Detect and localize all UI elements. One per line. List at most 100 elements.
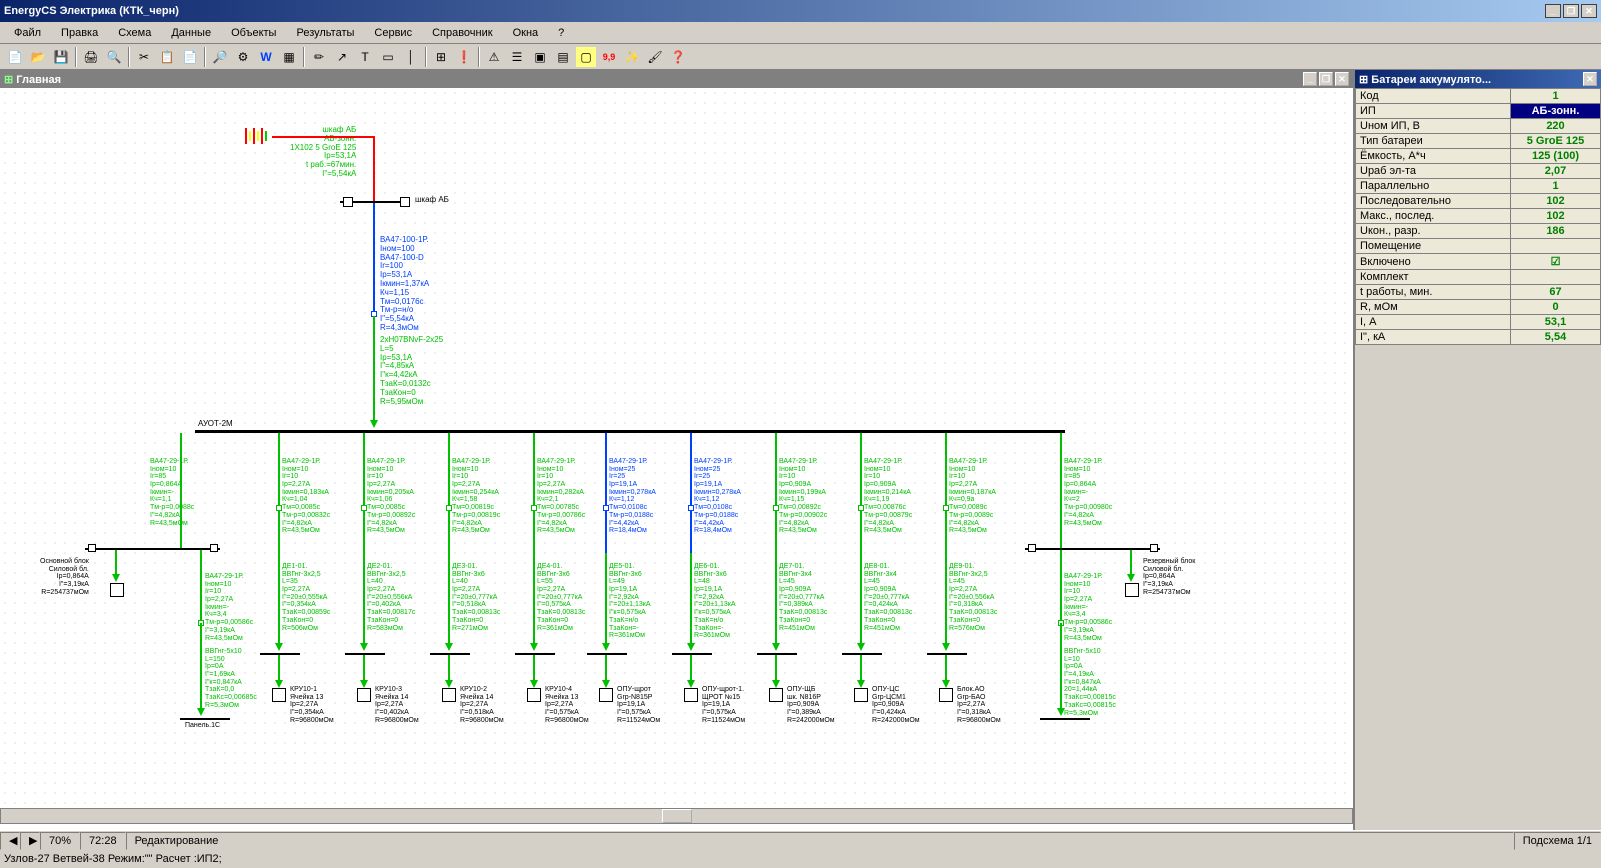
save-icon[interactable]: 💾 bbox=[50, 46, 72, 68]
de9-bus bbox=[927, 653, 967, 655]
props-row[interactable]: Комплект bbox=[1356, 270, 1601, 285]
props-row[interactable]: Uном ИП, В220 bbox=[1356, 119, 1601, 134]
wand-icon[interactable]: ✨ bbox=[621, 46, 643, 68]
menu-objects[interactable]: Объекты bbox=[221, 25, 286, 41]
canvas-titlebar: ⊞ Главная _ ❐ ✕ bbox=[0, 70, 1353, 88]
props-row[interactable]: Макс., послед.102 bbox=[1356, 209, 1601, 224]
de4-arrow bbox=[530, 643, 538, 651]
props-value[interactable]: 125 (100) bbox=[1511, 149, 1601, 164]
grid-icon[interactable]: ⊞ bbox=[430, 46, 452, 68]
menu-data[interactable]: Данные bbox=[161, 25, 221, 41]
new-icon[interactable]: 📄 bbox=[4, 46, 26, 68]
menu-help[interactable]: ? bbox=[548, 25, 574, 41]
menu-file[interactable]: Файл bbox=[4, 25, 51, 41]
br6-label: ВА47-29-1Р. Iном=25 Ir=25 Iр=19,1А Iкмин… bbox=[609, 458, 656, 535]
menu-scheme[interactable]: Схема bbox=[108, 25, 161, 41]
diagram-canvas[interactable]: шкаф АБ АБ-зонн. 1X102 5 GroE 125 Iр=53,… bbox=[0, 88, 1353, 808]
menu-edit[interactable]: Правка bbox=[51, 25, 108, 41]
obj-icon[interactable]: ▣ bbox=[529, 46, 551, 68]
props-value[interactable] bbox=[1511, 239, 1601, 254]
battery-symbol[interactable] bbox=[245, 128, 267, 144]
status-arrow-right[interactable]: ▶ bbox=[20, 832, 40, 850]
preview-icon[interactable]: 🔍 bbox=[103, 46, 125, 68]
br9-label: ВА47-29-1Р. Iном=10 Ir=10 Iр=0,909А Iкми… bbox=[864, 458, 912, 535]
ld2-box bbox=[357, 688, 371, 702]
print-icon[interactable]: 🖨 bbox=[80, 46, 102, 68]
canvas-max-button[interactable]: ❐ bbox=[1319, 72, 1333, 86]
props-row[interactable]: Последовательно102 bbox=[1356, 194, 1601, 209]
props-row[interactable]: Uкон., разр.186 bbox=[1356, 224, 1601, 239]
word-icon[interactable]: W bbox=[255, 46, 277, 68]
props-row[interactable]: Тип батареи5 GroE 125 bbox=[1356, 134, 1601, 149]
open-icon[interactable]: 📂 bbox=[27, 46, 49, 68]
rect-icon[interactable]: ▭ bbox=[377, 46, 399, 68]
status-arrow-left[interactable]: ◀ bbox=[0, 832, 20, 850]
props-row[interactable]: t работы, мин.67 bbox=[1356, 285, 1601, 300]
menu-service[interactable]: Сервис bbox=[364, 25, 422, 41]
minimize-button[interactable]: _ bbox=[1545, 4, 1561, 18]
edit-icon[interactable]: ✏ bbox=[308, 46, 330, 68]
num-icon[interactable]: 9,9 bbox=[598, 46, 620, 68]
arrow-icon[interactable]: ↗ bbox=[331, 46, 353, 68]
props-label: R, мОм bbox=[1356, 300, 1511, 315]
canvas-close-button[interactable]: ✕ bbox=[1335, 72, 1349, 86]
props-row[interactable]: Код1 bbox=[1356, 89, 1601, 104]
props-value[interactable]: 0 bbox=[1511, 300, 1601, 315]
props-value[interactable]: 186 bbox=[1511, 224, 1601, 239]
props-value[interactable]: 1 bbox=[1511, 179, 1601, 194]
find-icon[interactable]: 🔎 bbox=[209, 46, 231, 68]
props-value[interactable]: 5 GroE 125 bbox=[1511, 134, 1601, 149]
de6-line bbox=[690, 553, 692, 643]
paste-icon[interactable]: 📄 bbox=[179, 46, 201, 68]
props-value[interactable]: АБ-зонн. bbox=[1511, 104, 1601, 119]
props-row[interactable]: Параллельно1 bbox=[1356, 179, 1601, 194]
ld4-arrow bbox=[530, 680, 538, 688]
horizontal-scrollbar[interactable] bbox=[0, 808, 1353, 824]
props-row[interactable]: Помещение bbox=[1356, 239, 1601, 254]
props-value[interactable]: 53,1 bbox=[1511, 315, 1601, 330]
copy-icon[interactable]: 📋 bbox=[156, 46, 178, 68]
br7-label: ВА47-29-1Р. Iном=25 Ir=25 Iр=19,1А Iкмин… bbox=[694, 458, 741, 535]
props-close-button[interactable]: ✕ bbox=[1583, 72, 1597, 86]
status-zoom: 70% bbox=[40, 832, 80, 850]
left-bus-n1 bbox=[88, 544, 96, 552]
props-row[interactable]: I, А53,1 bbox=[1356, 315, 1601, 330]
de3-bus bbox=[430, 653, 470, 655]
text-icon[interactable]: T bbox=[354, 46, 376, 68]
props-value[interactable]: 102 bbox=[1511, 209, 1601, 224]
highlight-icon[interactable]: ▢ bbox=[575, 46, 597, 68]
props-value[interactable]: 1 bbox=[1511, 89, 1601, 104]
obj2-icon[interactable]: ▤ bbox=[552, 46, 574, 68]
props-label: Ёмкость, А*ч bbox=[1356, 149, 1511, 164]
props-row[interactable]: ИПАБ-зонн. bbox=[1356, 104, 1601, 119]
props-row[interactable]: Ёмкость, А*ч125 (100) bbox=[1356, 149, 1601, 164]
props-value[interactable] bbox=[1511, 270, 1601, 285]
menu-windows[interactable]: Окна bbox=[503, 25, 549, 41]
info-icon[interactable]: ❗ bbox=[453, 46, 475, 68]
props-value[interactable]: 67 bbox=[1511, 285, 1601, 300]
props-value[interactable]: 220 bbox=[1511, 119, 1601, 134]
cut-icon[interactable]: ✂ bbox=[133, 46, 155, 68]
table-icon[interactable]: ▦ bbox=[278, 46, 300, 68]
brush-icon[interactable]: 🖌 bbox=[644, 46, 666, 68]
props-row[interactable]: I", кА5,54 bbox=[1356, 330, 1601, 345]
scroll-thumb[interactable] bbox=[662, 809, 692, 823]
menu-reference[interactable]: Справочник bbox=[422, 25, 503, 41]
line-icon[interactable]: │ bbox=[400, 46, 422, 68]
close-button[interactable]: ✕ bbox=[1581, 4, 1597, 18]
cable1-arrow bbox=[370, 420, 378, 428]
tool-icon[interactable]: ⚙ bbox=[232, 46, 254, 68]
props-row[interactable]: Включено☑ bbox=[1356, 254, 1601, 270]
canvas-min-button[interactable]: _ bbox=[1303, 72, 1317, 86]
props-row[interactable]: R, мОм0 bbox=[1356, 300, 1601, 315]
help-icon[interactable]: ❓ bbox=[667, 46, 689, 68]
props-value[interactable]: ☑ bbox=[1511, 254, 1601, 270]
restore-button[interactable]: ❐ bbox=[1563, 4, 1579, 18]
list-icon[interactable]: ☰ bbox=[506, 46, 528, 68]
props-value[interactable]: 2,07 bbox=[1511, 164, 1601, 179]
menu-results[interactable]: Результаты bbox=[286, 25, 364, 41]
props-value[interactable]: 102 bbox=[1511, 194, 1601, 209]
props-row[interactable]: Uраб эл-та2,07 bbox=[1356, 164, 1601, 179]
warn-icon[interactable]: ⚠ bbox=[483, 46, 505, 68]
props-value[interactable]: 5,54 bbox=[1511, 330, 1601, 345]
